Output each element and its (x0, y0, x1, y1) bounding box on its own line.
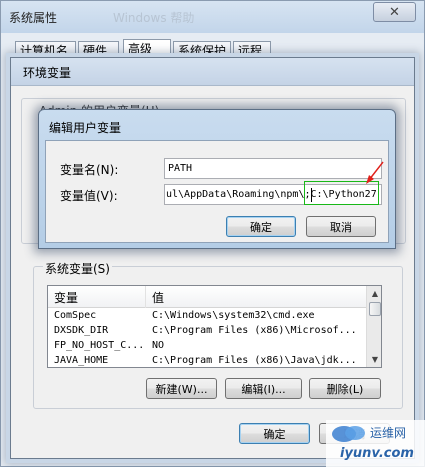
ghost-text: Windows 帮助 (113, 11, 195, 25)
system-variables-label: 系统变量(S) (43, 260, 112, 277)
variable-name: JAVA_HOME (54, 355, 109, 366)
variable-name-label: 变量名(N): (60, 163, 119, 177)
variable-value: C:\Program Files (x86)\Java\jdk... (152, 355, 357, 366)
watermark-url: iyunv.com (340, 446, 414, 461)
environment-variables-title: 环境变量 (23, 66, 72, 80)
system-properties-title: 系统属性 (9, 11, 58, 25)
column-divider[interactable] (145, 286, 146, 308)
table-row[interactable]: ComSpec C:\Windows\system32\cmd.exe (48, 309, 366, 324)
variable-value: NO (152, 340, 165, 351)
table-row[interactable]: DXSDK_DIR C:\Program Files (x86)\Microso… (48, 324, 366, 339)
edit-cancel-button[interactable]: 取消 (306, 216, 376, 237)
variable-value: C:\Windows\system32\cmd.exe (152, 310, 315, 321)
ok-button[interactable]: 确定 (239, 423, 310, 444)
table-row[interactable]: FP_NO_HOST_C... NO (48, 339, 366, 354)
variable-value-label: 变量值(V): (60, 189, 118, 203)
watermark-text: 运维网 (370, 426, 407, 440)
edit-user-variable-dialog: 编辑用户变量 变量名(N): PATH 变量值(V): ul\AppData\R… (38, 109, 396, 249)
variable-name-field[interactable]: PATH (164, 158, 382, 179)
variable-name: DXSDK_DIR (54, 325, 109, 336)
edit-dialog-title: 编辑用户变量 (49, 121, 122, 135)
highlight-rectangle (304, 181, 379, 205)
variable-name: FP_NO_HOST_C... (54, 340, 145, 351)
edit-button[interactable]: 编辑(I)... (225, 378, 302, 399)
watermark: 运维网 iyunv.com (326, 420, 425, 467)
scroll-down-icon[interactable]: ▼ (368, 352, 381, 366)
system-properties-titlebar: 系统属性 Windows 帮助 ✕ (1, 1, 424, 33)
column-header-value[interactable]: 值 (152, 289, 164, 306)
environment-variables-titlebar: 环境变量 (11, 58, 414, 86)
system-variables-list[interactable]: 变量 值 ComSpec C:\Windows\system32\cmd.exe… (47, 285, 382, 368)
delete-button[interactable]: 删除(L) (309, 378, 381, 399)
edit-ok-button[interactable]: 确定 (226, 216, 296, 237)
column-header-variable[interactable]: 变量 (54, 289, 78, 306)
close-button[interactable]: ✕ (373, 2, 416, 22)
scroll-thumb[interactable] (369, 302, 381, 316)
variable-name: ComSpec (54, 310, 97, 321)
scroll-up-icon[interactable]: ▲ (368, 286, 381, 300)
table-row[interactable]: JAVA_HOME C:\Program Files (x86)\Java\jd… (48, 354, 366, 367)
list-header: 变量 值 (48, 286, 366, 308)
cloud-logo-icon (332, 426, 365, 442)
new-button[interactable]: 新建(W)... (146, 378, 217, 399)
close-icon: ✕ (389, 4, 400, 20)
vertical-scrollbar[interactable]: ▲ ▼ (366, 286, 381, 367)
variable-value: C:\Program Files (x86)\Microsof... (152, 325, 357, 336)
